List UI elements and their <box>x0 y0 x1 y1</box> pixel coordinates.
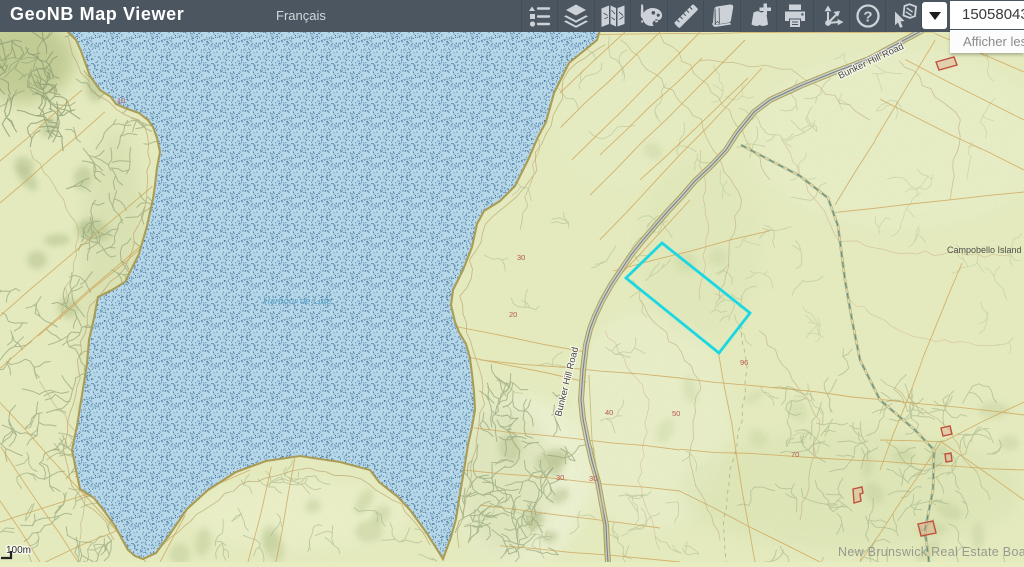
svg-text:100m: 100m <box>6 545 31 556</box>
svg-text:96: 96 <box>740 358 748 367</box>
svg-text:50: 50 <box>672 409 680 418</box>
svg-text:30: 30 <box>517 253 525 262</box>
svg-text:30: 30 <box>589 474 597 483</box>
svg-text:10: 10 <box>117 96 125 105</box>
svg-text:30: 30 <box>556 473 564 482</box>
svg-text:20: 20 <box>509 310 517 319</box>
svg-text:?: ? <box>863 9 872 26</box>
svg-text:Campobello Island: Campobello Island <box>947 245 1022 255</box>
svg-text:New Brunswick Real Estate Boar: New Brunswick Real Estate Board <box>838 545 1024 559</box>
svg-text:70: 70 <box>791 450 799 459</box>
svg-text:Harbour de Lute: Harbour de Lute <box>263 296 332 307</box>
svg-text:40: 40 <box>605 408 613 417</box>
